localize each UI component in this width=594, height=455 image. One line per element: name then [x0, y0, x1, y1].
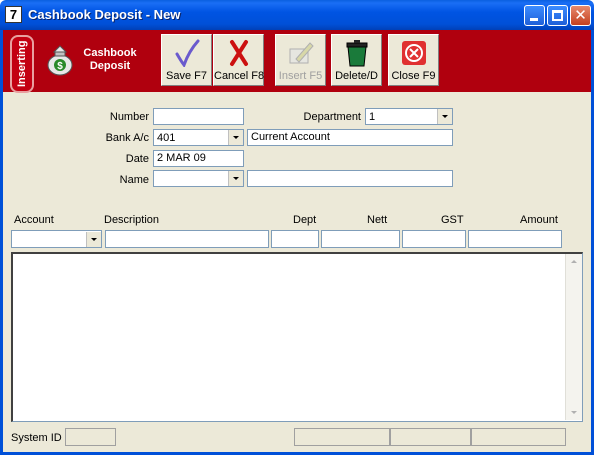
bank-account-select[interactable]: 401 — [153, 129, 244, 146]
line-account-select[interactable] — [11, 230, 102, 248]
module-title: Cashbook Deposit — [83, 47, 137, 72]
line-items-grid[interactable] — [11, 252, 583, 422]
name-detail-field — [247, 170, 453, 187]
trash-bin-icon — [346, 40, 368, 67]
red-x-icon — [230, 40, 248, 66]
date-field[interactable]: 2 MAR 09 — [153, 150, 244, 167]
insert-button[interactable]: Insert F5 — [275, 34, 326, 86]
minimize-icon — [530, 18, 538, 21]
chevron-down-icon[interactable] — [228, 130, 243, 145]
mode-indicator: Inserting — [10, 35, 34, 93]
date-label: Date — [125, 153, 149, 165]
maximize-button[interactable] — [547, 5, 568, 26]
chevron-down-icon[interactable] — [86, 232, 101, 247]
minimize-button[interactable] — [524, 5, 545, 26]
title-bar[interactable]: 7 Cashbook Deposit - New ✕ — [0, 0, 594, 30]
close-label: Close F9 — [391, 70, 436, 82]
scroll-up-icon[interactable] — [566, 254, 582, 270]
line-dept-field[interactable] — [271, 230, 319, 248]
status-panel-3 — [471, 428, 566, 446]
money-bag-icon: $ — [47, 45, 73, 76]
line-description-field[interactable] — [105, 230, 269, 248]
column-header-dept: Dept — [293, 214, 317, 226]
number-field[interactable] — [153, 108, 244, 125]
vertical-scrollbar[interactable] — [565, 254, 582, 420]
number-label: Number — [109, 111, 149, 123]
name-label: Name — [119, 174, 149, 186]
app-icon[interactable]: 7 — [5, 6, 22, 23]
close-window-button[interactable]: ✕ — [570, 5, 591, 26]
checkmark-icon — [175, 39, 200, 67]
close-icon: ✕ — [574, 6, 587, 24]
window-title: Cashbook Deposit - New — [28, 7, 181, 22]
delete-label: Delete/D — [335, 70, 378, 82]
chevron-down-icon[interactable] — [228, 171, 243, 186]
toolbar: Inserting $ Cashbook Deposit Save F7 Can… — [3, 30, 591, 93]
column-header-nett: Nett — [367, 214, 388, 226]
insert-label: Insert F5 — [278, 70, 323, 82]
column-header-description: Description — [104, 214, 160, 226]
scroll-down-icon[interactable] — [566, 404, 582, 420]
cancel-label: Cancel F8 — [214, 70, 265, 82]
close-button[interactable]: Close F9 — [388, 34, 439, 86]
line-amount-field[interactable] — [468, 230, 562, 248]
department-label: Department — [303, 111, 361, 123]
chevron-down-icon[interactable] — [437, 109, 452, 124]
svg-text:$: $ — [57, 61, 63, 72]
bank-account-label: Bank A/c — [105, 132, 149, 144]
save-button[interactable]: Save F7 — [161, 34, 212, 86]
maximize-icon — [552, 10, 563, 21]
status-panel-2 — [390, 428, 471, 446]
system-id-label: System ID — [11, 432, 62, 444]
department-select[interactable]: 1 — [365, 108, 453, 125]
delete-button[interactable]: Delete/D — [331, 34, 382, 86]
status-panel-1 — [294, 428, 390, 446]
column-header-account: Account — [14, 214, 54, 226]
column-header-gst: GST — [441, 214, 464, 226]
column-header-amount: Amount — [520, 214, 558, 226]
bank-account-name-field: Current Account — [247, 129, 453, 146]
line-gst-field[interactable] — [402, 230, 466, 248]
close-circle-icon — [402, 41, 426, 65]
system-id-field — [65, 428, 116, 446]
name-select[interactable] — [153, 170, 244, 187]
department-value: 1 — [369, 111, 376, 123]
line-nett-field[interactable] — [321, 230, 400, 248]
cancel-button[interactable]: Cancel F8 — [213, 34, 264, 86]
insert-pencil-icon — [289, 42, 314, 64]
bank-account-value: 401 — [157, 132, 176, 144]
save-label: Save F7 — [166, 70, 207, 82]
